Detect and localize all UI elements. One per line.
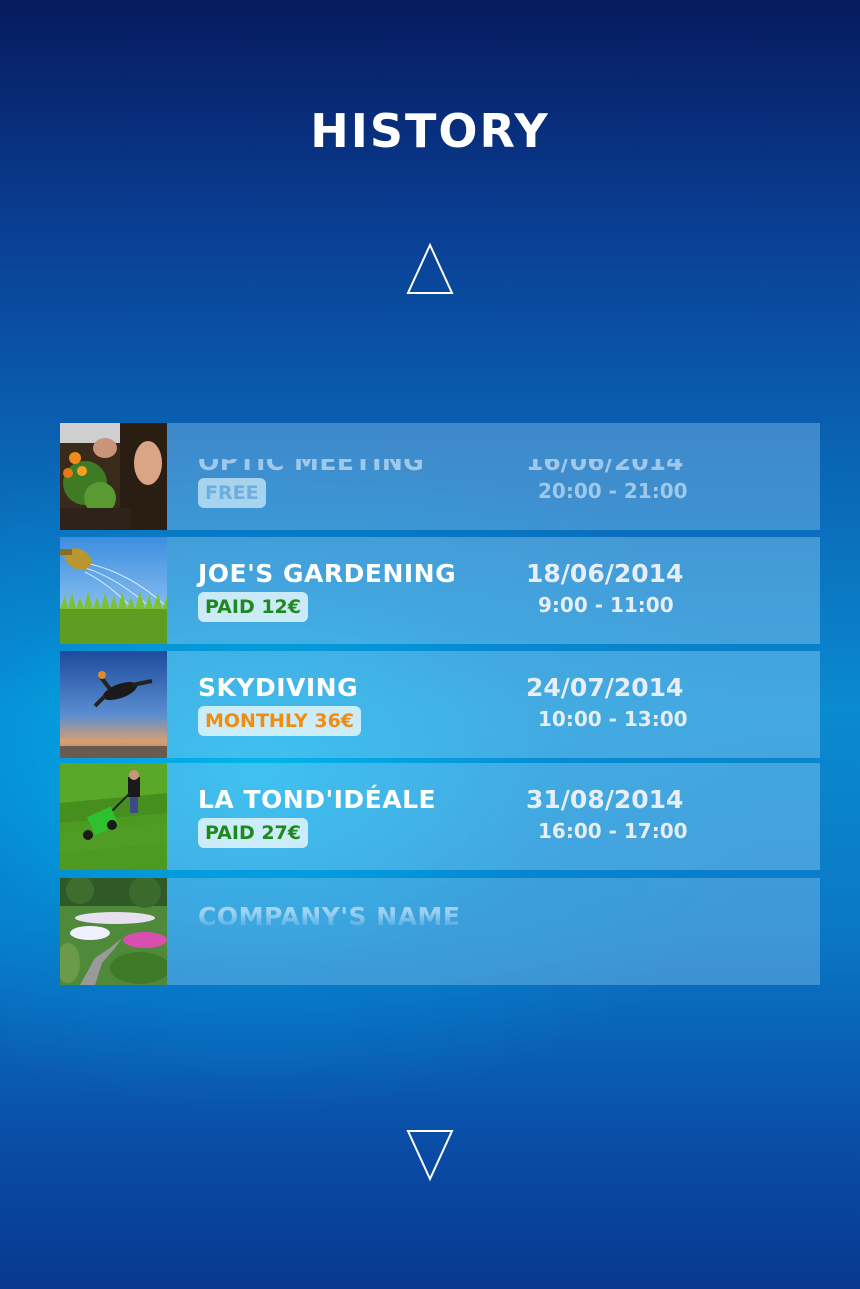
item-name: OPTIC MEETING (198, 447, 425, 476)
item-date: 18/06/2014 (526, 559, 684, 588)
skydiver-image (60, 651, 167, 758)
item-name: JOE'S GARDENING (198, 559, 457, 588)
triangle-down-icon (406, 1130, 454, 1182)
watering-can-grass-image (60, 537, 167, 644)
item-name: SKYDIVING (198, 673, 359, 702)
history-item[interactable]: COMPANY'S NAME (60, 878, 820, 985)
scroll-up-button[interactable] (405, 242, 455, 296)
lawn-mower-image (60, 763, 167, 870)
flower-planting-image (60, 423, 167, 530)
status-badge: MONTHLY 36€ (198, 706, 362, 736)
item-time: 16:00 - 17:00 (538, 819, 688, 843)
garden-path-image (60, 878, 167, 985)
item-time: 10:00 - 13:00 (538, 707, 688, 731)
item-time: 9:00 - 11:00 (538, 593, 674, 617)
page-title: HISTORY (310, 104, 550, 158)
item-name: LA TOND'IDÉALE (198, 785, 437, 814)
scroll-down-button[interactable] (405, 1128, 455, 1182)
item-date: 24/07/2014 (526, 673, 684, 702)
history-item[interactable]: OPTIC MEETING FREE 16/06/2014 20:00 - 21… (60, 423, 820, 530)
history-item[interactable]: JOE'S GARDENING PAID 12€ 18/06/2014 9:00… (60, 537, 820, 644)
status-badge: PAID 12€ (198, 592, 309, 622)
item-date: 16/06/2014 (526, 447, 684, 476)
status-badge: FREE (198, 478, 266, 508)
item-date: 31/08/2014 (526, 785, 684, 814)
triangle-up-icon (406, 242, 454, 294)
item-name: COMPANY'S NAME (198, 902, 461, 931)
history-item[interactable]: LA TOND'IDÉALE PAID 27€ 31/08/2014 16:00… (60, 763, 820, 870)
item-time: 20:00 - 21:00 (538, 479, 688, 503)
history-item[interactable]: SKYDIVING MONTHLY 36€ 24/07/2014 10:00 -… (60, 651, 820, 758)
status-badge: PAID 27€ (198, 818, 309, 848)
